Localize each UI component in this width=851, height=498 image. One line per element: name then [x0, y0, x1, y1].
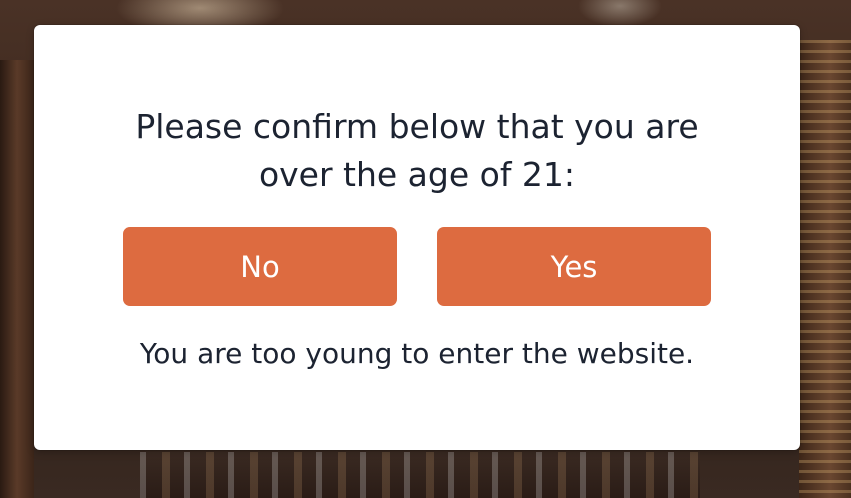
age-prompt-line-2: over the age of 21: [258, 155, 576, 194]
age-prompt: Please confirm below that you are over t… [34, 103, 800, 199]
yes-button[interactable]: Yes [437, 227, 711, 306]
age-verification-dialog: Please confirm below that you are over t… [34, 25, 800, 450]
background-shelf-left [0, 60, 34, 498]
background-shelf-right [799, 40, 851, 498]
background-bottles [140, 452, 700, 498]
too-young-message: You are too young to enter the website. [139, 337, 695, 370]
no-button[interactable]: No [123, 227, 397, 306]
age-prompt-line-1: Please confirm below that you are [135, 107, 699, 146]
